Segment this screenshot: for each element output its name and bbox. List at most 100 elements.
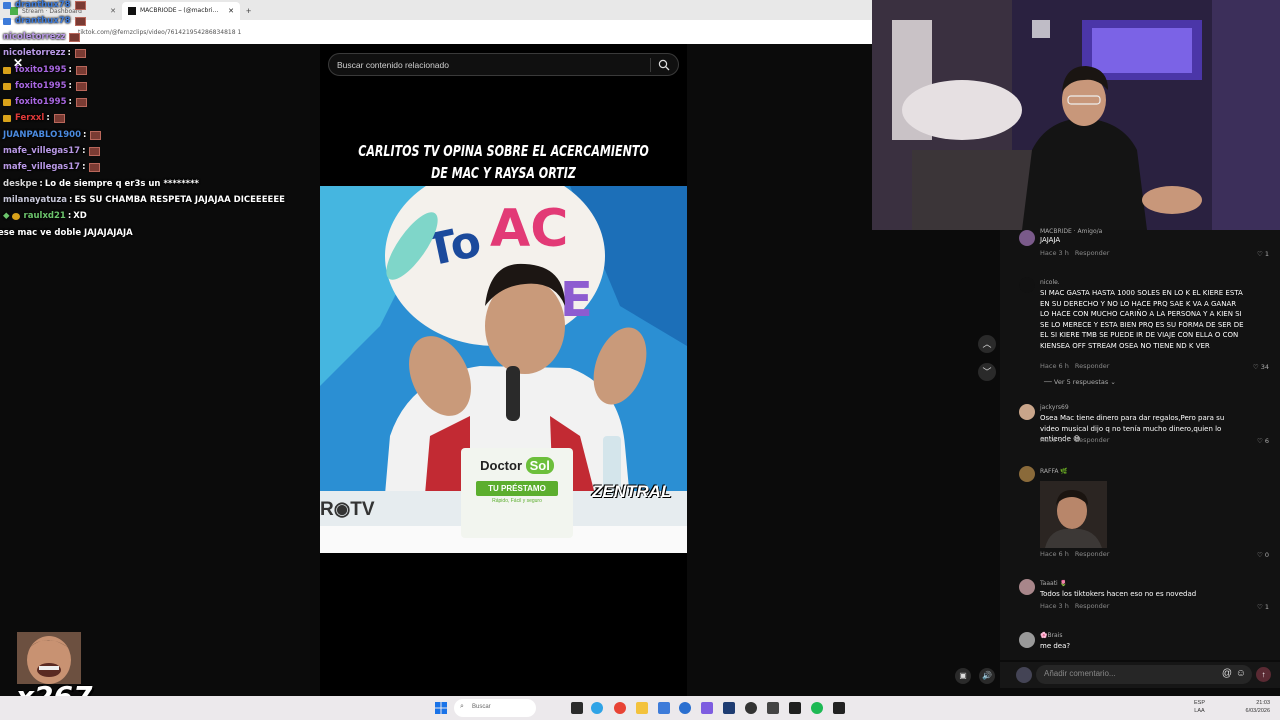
vpn-icon[interactable] [679, 702, 691, 714]
edge-icon[interactable] [591, 702, 603, 714]
emoji-icon[interactable]: ☺ [1236, 668, 1246, 679]
arrow-up-icon: ↑ [1261, 670, 1266, 679]
sponsor-name-part2: Sol [525, 457, 554, 474]
view-replies-button[interactable]: ── Ver 5 respuestas ⌄ [1044, 378, 1116, 386]
comment-username[interactable]: jackyrs69 [1040, 404, 1069, 411]
comment-meta: Hace 3 h Responder [1040, 436, 1115, 444]
chat-colon: : [69, 195, 73, 205]
picture-in-picture-button[interactable]: ▣ [955, 668, 971, 684]
comment-meta: Hace 3 h Responder [1040, 249, 1115, 257]
search-icon[interactable] [658, 59, 670, 71]
emote-icon [75, 97, 87, 107]
reply-button[interactable]: Responder [1075, 249, 1110, 257]
reaction-image-icon [1040, 481, 1107, 548]
sponsor-tagline: TU PRÉSTAMO [476, 481, 558, 496]
chat-message: nicoletorrezz [3, 32, 81, 42]
video-frame[interactable]: To AC E Doctor Sol TU PRÉSTAMO Rápido, F… [320, 186, 687, 553]
like-button[interactable]: ♡ 0 [1257, 551, 1269, 559]
windows-start-icon[interactable] [435, 702, 447, 714]
language-indicator[interactable]: ESP LAA [1194, 699, 1205, 715]
chat-user: mafe_villegas17 [3, 162, 81, 172]
taskbar-search-label: Buscar [472, 704, 491, 710]
spotify-icon[interactable] [811, 702, 823, 714]
chat-message: milanayatuza: ES SU CHAMBA RESPETA JAJAJA… [3, 195, 285, 205]
chat-user: milanayatuza [3, 195, 68, 205]
reply-button[interactable]: Responder [1075, 436, 1110, 444]
chat-user: foxito1995 [15, 97, 67, 107]
sponsor-name-part1: Doctor [480, 458, 523, 473]
store-icon[interactable] [658, 702, 670, 714]
chat-message: foxito1995: [3, 97, 87, 107]
chat-message: dranthux78 [3, 0, 86, 10]
chat-message: mafe_villegas17: [3, 146, 101, 156]
mention-icon[interactable]: @ [1222, 668, 1232, 679]
clock[interactable]: 21:03 6/03/2026 [1246, 699, 1270, 715]
badge-icon [3, 98, 11, 106]
comment-image[interactable] [1040, 481, 1107, 548]
comment-composer: Añadir comentario... @ ☺ ↑ [1000, 662, 1280, 688]
emote-icon [89, 162, 101, 172]
comment-username[interactable]: 🌸Brais [1040, 632, 1063, 639]
taskbar-search[interactable]: ⌕ Buscar [454, 699, 536, 717]
chat-user: foxito1995 [15, 81, 67, 91]
chat-colon: : [39, 179, 43, 189]
comment-time: Hace 3 h [1040, 436, 1069, 444]
avatar[interactable] [1019, 404, 1035, 420]
reply-button[interactable]: Responder [1075, 550, 1110, 558]
comment-time: Hace 6 h [1040, 550, 1069, 558]
emote-icon [89, 146, 101, 156]
app-icon[interactable] [701, 702, 713, 714]
chat-colon: : [83, 130, 87, 140]
close-icon[interactable]: ✕ [13, 56, 23, 70]
like-button[interactable]: ♡ 34 [1253, 363, 1269, 371]
reply-button[interactable]: Responder [1075, 362, 1110, 370]
chat-text: XD [73, 211, 87, 221]
comment-text: SI MAC GASTA HASTA 1000 SOLES EN LO K EL… [1040, 289, 1244, 350]
reply-button[interactable]: Responder [1075, 602, 1110, 610]
pip-icon: ▣ [959, 671, 967, 680]
emote-icon [74, 48, 86, 58]
chat-message: Ferxxl: [3, 113, 65, 123]
like-button[interactable]: ♡ 1 [1257, 250, 1269, 258]
related-search-input[interactable]: Buscar contenido relacionado [328, 53, 679, 76]
chat-message: ese mac ve doble JAJAJAJAJA [0, 228, 133, 238]
like-count: 6 [1264, 437, 1269, 445]
task-view-icon[interactable] [571, 702, 583, 714]
avatar[interactable] [1019, 466, 1035, 482]
previous-video-button[interactable]: ︿ [978, 335, 996, 353]
obs-icon[interactable] [745, 702, 757, 714]
chrome-icon[interactable] [614, 702, 626, 714]
chat-message: JUANPABLO1900: [3, 130, 102, 140]
app-icon[interactable] [723, 702, 735, 714]
comment-input-placeholder: Añadir comentario... [1044, 669, 1116, 678]
send-button[interactable]: ↑ [1256, 667, 1271, 682]
comment-username[interactable]: RAFFA 🌿 [1040, 468, 1068, 475]
file-explorer-icon[interactable] [636, 702, 648, 714]
app-icon[interactable] [833, 702, 845, 714]
like-button[interactable]: ♡ 6 [1257, 437, 1269, 445]
video-player[interactable]: Buscar contenido relacionado CARLITOS TV… [320, 44, 687, 696]
app-icon[interactable] [767, 702, 779, 714]
comment-username[interactable]: nicole. [1040, 279, 1060, 286]
next-video-button[interactable]: ﹀ [978, 363, 996, 381]
avatar[interactable] [1019, 230, 1035, 246]
comment-input[interactable]: Añadir comentario... @ ☺ [1036, 665, 1252, 684]
avatar[interactable] [1019, 277, 1035, 293]
comment-username[interactable]: MACBRIDE · Amigo/a [1040, 228, 1102, 235]
comment-username[interactable]: Taaati 🌷 [1040, 580, 1067, 587]
chat-user: mafe_villegas17 [3, 146, 81, 156]
badge-icon [3, 1, 11, 9]
svg-text:AC: AC [490, 199, 568, 259]
sponsor-banner: Doctor Sol TU PRÉSTAMO Rápido, Fácil y s… [461, 448, 573, 538]
comment-time: Hace 3 h [1040, 249, 1069, 257]
badge-icon: ◆ [3, 211, 10, 221]
terminal-icon[interactable] [789, 702, 801, 714]
avatar[interactable] [1019, 579, 1035, 595]
clock-time: 21:03 [1256, 700, 1270, 706]
volume-button[interactable]: 🔊 [979, 668, 995, 684]
avatar[interactable] [1019, 632, 1035, 648]
avatar [1016, 667, 1032, 683]
webcam-scene [872, 0, 1280, 230]
comment-text: JAJAJA [1040, 236, 1061, 244]
like-button[interactable]: ♡ 1 [1257, 603, 1269, 611]
